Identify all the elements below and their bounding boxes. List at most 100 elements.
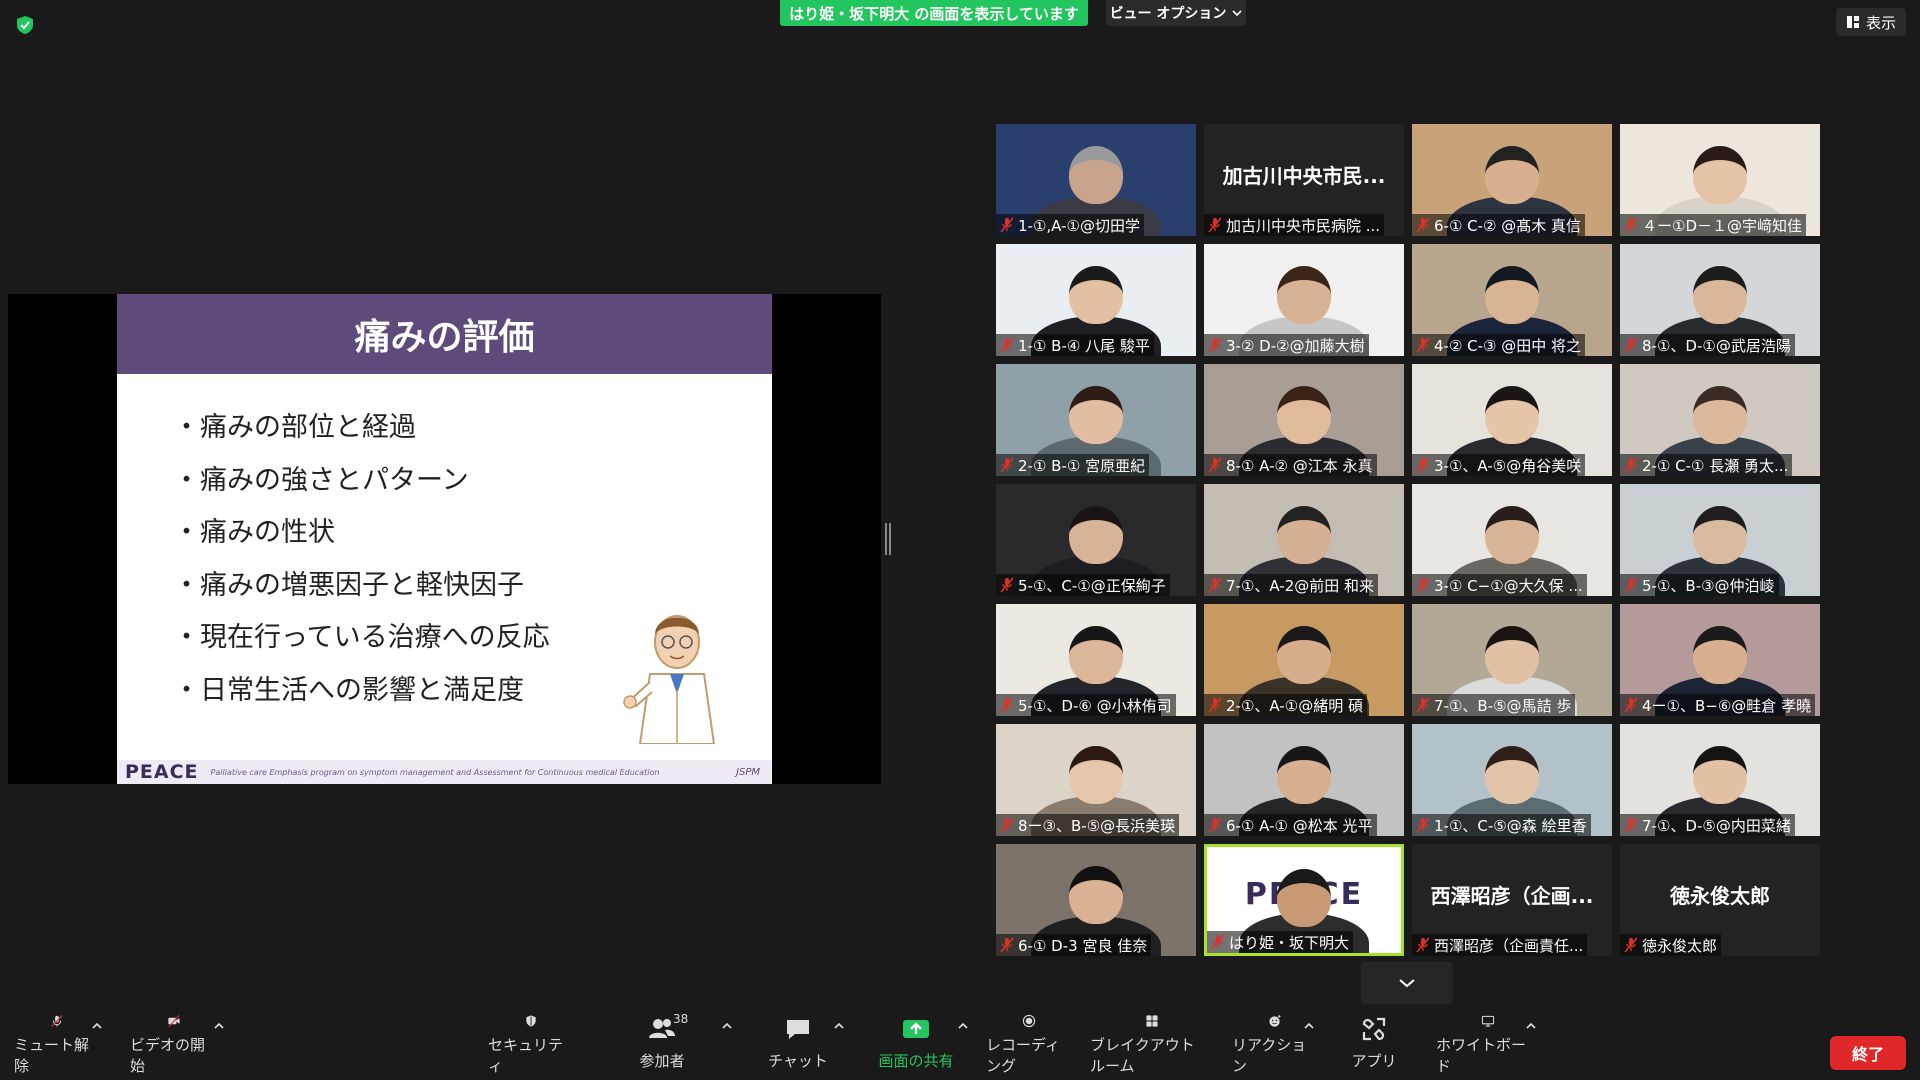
participant-name: 西澤昭彦（企画責任... <box>1434 936 1584 955</box>
participant-name: 3-② D-②@加藤大樹 <box>1226 336 1365 355</box>
participant-name: 8-①、D-①@武居浩陽 <box>1642 336 1791 355</box>
participant-tile[interactable]: 6-① C-② @髙木 真信 <box>1412 124 1612 236</box>
participant-tile[interactable]: 徳永俊太郎 徳永俊太郎 <box>1620 844 1820 956</box>
share-screen-button[interactable]: 画面の共有 <box>872 1014 960 1076</box>
participant-tile[interactable]: 7-①、D-⑤@内田菜緒 <box>1620 724 1820 836</box>
reactions-label: リアクション <box>1232 1036 1307 1075</box>
participant-face <box>1485 746 1539 804</box>
participant-name: 2-① C-① 長瀬 勇太... <box>1642 456 1789 475</box>
participant-tile[interactable]: 5-①、C-①@正保絢子 <box>996 484 1196 596</box>
presentation-slide: 痛みの評価 痛みの部位と経過 痛みの強さとパターン 痛みの性状 痛みの増悪因子と… <box>117 294 772 784</box>
participant-tile[interactable]: 2-① B-① 宮原亜紀 <box>996 364 1196 476</box>
view-button-label: 表示 <box>1865 13 1896 32</box>
participant-face <box>1485 506 1539 564</box>
peace-logo: PEACE <box>125 761 199 783</box>
apps-button[interactable]: アプリ <box>1334 1014 1414 1076</box>
participant-tile[interactable]: 3-① C−①@大久保 ... <box>1412 484 1612 596</box>
participant-tile[interactable]: 7-①、B-⑤@馬詰 歩 <box>1412 604 1612 716</box>
participant-tile[interactable]: 1-① B-④ 八尾 駿平 <box>996 244 1196 356</box>
microphone-muted-icon <box>1624 337 1638 353</box>
participant-gallery: 1-①,A-①@切田学 加古川中央市民... 加古川中央市民病院 ... 6-① C-… <box>996 124 1820 958</box>
participant-tile[interactable]: 西澤昭彦（企画... 西澤昭彦（企画責任... <box>1412 844 1612 956</box>
participant-name-bar: 2-①、A-①@緒明 碩 <box>1204 694 1367 716</box>
breakout-rooms-button[interactable]: ブレイクアウト ルーム <box>1090 1014 1214 1076</box>
participant-name-bar: 1-① B-④ 八尾 駿平 <box>996 334 1154 356</box>
security-button[interactable]: セキュリティ <box>488 1014 574 1076</box>
caret-up-icon[interactable] <box>214 1022 224 1030</box>
caret-up-icon[interactable] <box>1526 1022 1536 1030</box>
participant-tile[interactable]: 4-② C-③ @田中 将之 <box>1412 244 1612 356</box>
participants-button[interactable]: 38 参加者 <box>622 1012 702 1076</box>
participant-name: 4ー①、B−⑥@畦倉 孝曉 <box>1642 696 1812 715</box>
participant-name-bar: 5-①、B-③@仲泊崚 <box>1620 574 1779 596</box>
caret-up-icon[interactable] <box>1304 1022 1314 1030</box>
record-label: レコーディング <box>986 1036 1060 1075</box>
participant-tile[interactable]: 5-①、D-⑥ @小林侑司 <box>996 604 1196 716</box>
participant-tile[interactable]: 7-①、A-2@前田 和来 <box>1204 484 1404 596</box>
meeting-toolbar: ミュート解除 ビデオの開始 セキュリティ 38 参加者 チャット 画面の共有 レ… <box>0 1004 1920 1080</box>
participant-name-bar: 6-① D-3 宮良 佳奈 <box>996 934 1152 956</box>
participant-name: 6-① D-3 宮良 佳奈 <box>1018 936 1148 955</box>
participant-face <box>1069 626 1123 684</box>
whiteboard-label: ホワイトボード <box>1436 1036 1527 1075</box>
participant-name: 7-①、A-2@前田 和来 <box>1226 576 1375 595</box>
participant-tile[interactable]: ４ー①D－１@宇﨑知佳 <box>1620 124 1820 236</box>
reaction-emoji-icon <box>1269 1014 1281 1027</box>
caret-up-icon[interactable] <box>834 1022 844 1030</box>
participant-tile[interactable]: 8-①、D-①@武居浩陽 <box>1620 244 1820 356</box>
participant-tile[interactable]: 2-①、A-①@緒明 碩 <box>1204 604 1404 716</box>
start-video-button[interactable]: ビデオの開始 <box>130 1014 218 1076</box>
participant-tile[interactable]: PEACEはり姫・坂下明大 <box>1204 844 1404 956</box>
splitter-handle[interactable] <box>885 523 891 555</box>
participant-tile[interactable]: 6-① A-① @松本 光平 <box>1204 724 1404 836</box>
microphone-muted-icon <box>1000 937 1014 953</box>
caret-up-icon[interactable] <box>958 1022 968 1030</box>
participant-count: 38 <box>673 1012 689 1026</box>
mute-button[interactable]: ミュート解除 <box>14 1014 100 1076</box>
participant-name-bar: 6-① C-② @髙木 真信 <box>1412 214 1586 236</box>
view-button[interactable]: 表示 <box>1835 8 1906 36</box>
participant-face <box>1693 386 1747 444</box>
view-options-button[interactable]: ビュー オプション <box>1106 0 1246 26</box>
participant-name-bar: 2-① B-① 宮原亜紀 <box>996 454 1150 476</box>
slide-bullet-list: 痛みの部位と経過 痛みの強さとパターン 痛みの性状 痛みの増悪因子と軽快因子 現… <box>173 402 550 717</box>
microphone-muted-icon <box>1208 217 1222 233</box>
participant-tile[interactable]: 3-①、A-⑤@角谷美咲 <box>1412 364 1612 476</box>
security-shield-icon[interactable] <box>14 14 36 36</box>
participant-tile[interactable]: 6-① D-3 宮良 佳奈 <box>996 844 1196 956</box>
whiteboard-button[interactable]: ホワイトボード <box>1436 1014 1540 1076</box>
participant-tile[interactable]: 4ー①、B−⑥@畦倉 孝曉 <box>1620 604 1820 716</box>
participant-tile[interactable]: 8-① A-② @江本 永真 <box>1204 364 1404 476</box>
slide-footer: PEACE Palliative care Emphasis program o… <box>117 760 772 784</box>
record-button[interactable]: レコーディング <box>986 1014 1072 1076</box>
participant-tile[interactable]: 1-①,A-①@切田学 <box>996 124 1196 236</box>
shared-screen: 痛みの評価 痛みの部位と経過 痛みの強さとパターン 痛みの性状 痛みの増悪因子と… <box>8 294 881 784</box>
participant-name: 4-② C-③ @田中 将之 <box>1434 336 1582 355</box>
participant-tile[interactable]: 8ー③、B-⑤@長浜美瑛 <box>996 724 1196 836</box>
caret-up-icon[interactable] <box>92 1022 102 1030</box>
apps-icon <box>1362 1017 1386 1041</box>
microphone-muted-icon <box>1624 817 1638 833</box>
view-layout-icon <box>1846 16 1859 28</box>
participant-name: 1-①,A-①@切田学 <box>1018 216 1140 235</box>
participant-face <box>1693 146 1747 204</box>
slide-bullet: 痛みの増悪因子と軽快因子 <box>173 560 550 613</box>
participant-name-bar: 西澤昭彦（企画責任... <box>1412 934 1588 956</box>
participant-tile[interactable]: 加古川中央市民... 加古川中央市民病院 ... <box>1204 124 1404 236</box>
participant-name: 2-①、A-①@緒明 碩 <box>1226 696 1363 715</box>
caret-up-icon[interactable] <box>722 1022 732 1030</box>
end-meeting-button[interactable]: 終了 <box>1830 1036 1906 1070</box>
gallery-next-page-button[interactable] <box>1361 962 1453 1004</box>
participant-tile[interactable]: 1-①、C-⑤@森 絵里香 <box>1412 724 1612 836</box>
participant-name-bar: 3-① C−①@大久保 ... <box>1412 574 1587 596</box>
participant-tile[interactable]: 3-② D-②@加藤大樹 <box>1204 244 1404 356</box>
participant-face <box>1277 506 1331 564</box>
chat-button[interactable]: チャット <box>758 1014 838 1076</box>
participant-face <box>1069 866 1123 924</box>
microphone-muted-icon <box>1416 457 1430 473</box>
participant-tile[interactable]: 2-① C-① 長瀬 勇太... <box>1620 364 1820 476</box>
participant-tile[interactable]: 5-①、B-③@仲泊崚 <box>1620 484 1820 596</box>
participants-label: 参加者 <box>639 1052 685 1070</box>
participant-name: 7-①、D-⑤@内田菜緒 <box>1642 816 1791 835</box>
microphone-muted-icon <box>1000 337 1014 353</box>
